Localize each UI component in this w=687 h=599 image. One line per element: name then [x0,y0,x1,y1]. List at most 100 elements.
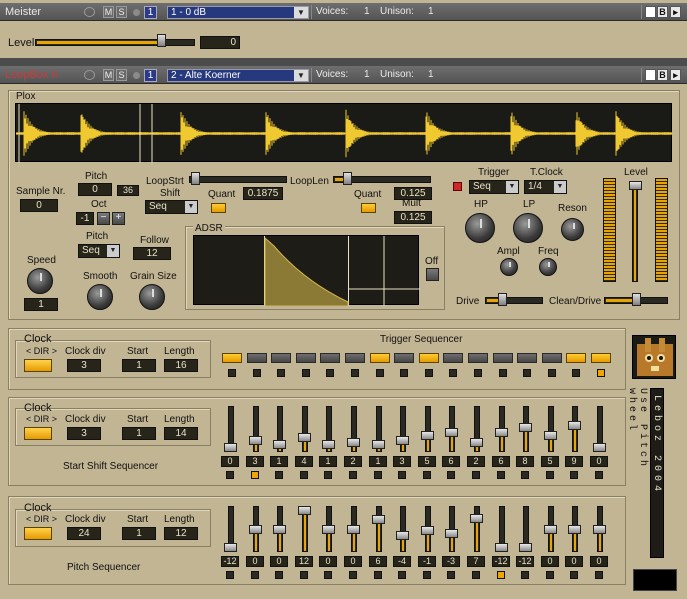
trigger-mode-select[interactable]: Seq ▼ [469,180,519,194]
pitch-step-thumb[interactable] [421,525,434,535]
clock-div-value[interactable]: 3 [67,427,101,440]
adsr-off-button[interactable] [426,268,439,281]
mute-button[interactable]: M [103,6,114,18]
clock-div-value[interactable]: 3 [67,359,101,372]
shift-step-thumb[interactable] [322,440,335,450]
start-value[interactable]: 1 [122,427,156,440]
b-button[interactable]: B [657,6,668,18]
pitch-step-thumb[interactable] [273,524,286,534]
shift-step-thumb[interactable] [421,430,434,440]
pitch-step-thumb[interactable] [495,543,508,552]
solo-button[interactable]: S [116,6,127,18]
preset-select[interactable]: 2 - Alte Koerner ▼ [167,69,309,82]
shift-step-slider[interactable] [253,406,259,452]
pitch-step-thumb[interactable] [322,524,335,534]
ampl-knob[interactable] [500,258,518,276]
eye-icon[interactable] [84,70,95,80]
mute-button[interactable]: M [103,69,114,81]
trigger-step-button[interactable] [468,353,488,363]
trigger-step-button[interactable] [566,353,586,363]
loopstrt-slider[interactable] [189,176,287,183]
preset-select[interactable]: 1 - 0 dB ▼ [167,6,309,19]
shift-step-thumb[interactable] [495,428,508,438]
trigger-step-button[interactable] [345,353,365,363]
start-value[interactable]: 1 [122,527,156,540]
clock-div-value[interactable]: 24 [67,527,101,540]
pitch-step-thumb[interactable] [470,513,483,523]
trigger-step-button[interactable] [296,353,316,363]
trigger-step-button[interactable] [591,353,611,363]
tclock-select[interactable]: 1/4 ▼ [524,180,567,194]
shift-step-thumb[interactable] [298,433,311,442]
pitch-step-thumb[interactable] [544,524,557,534]
trigger-step-button[interactable] [443,353,463,363]
pitch-step-thumb[interactable] [519,543,532,552]
trigger-step-button[interactable] [517,353,537,363]
pitch-mode-select[interactable]: Seq ▼ [78,244,120,258]
midi-channel[interactable]: 1 [144,69,157,82]
pitch-step-thumb[interactable] [298,506,311,515]
trigger-step-button[interactable] [493,353,513,363]
dir-button[interactable] [24,527,52,540]
shift-step-thumb[interactable] [372,440,385,450]
looplen-quant-button[interactable] [361,203,376,213]
trigger-step-button[interactable] [370,353,390,363]
pitch-value[interactable]: 0 [78,183,112,196]
shift-step-thumb[interactable] [544,430,557,440]
length-value[interactable]: 14 [164,427,198,440]
b-button[interactable]: B [657,69,668,81]
drive-slider-thumb[interactable] [498,293,507,306]
grain-size-knob[interactable] [139,284,165,310]
waveform-display[interactable] [15,103,673,163]
pitch-step-thumb[interactable] [249,524,262,534]
trigger-step-button[interactable] [247,353,267,363]
shift-step-thumb[interactable] [568,420,581,430]
trigger-step-button[interactable] [271,353,291,363]
trigger-step-button[interactable] [419,353,439,363]
shift-step-slider[interactable] [302,406,308,452]
length-value[interactable]: 16 [164,359,198,372]
pitch-wheel-toggle[interactable] [633,569,677,591]
shift-step-slider[interactable] [425,406,431,452]
length-value[interactable]: 12 [164,527,198,540]
trigger-step-button[interactable] [542,353,562,363]
dir-button[interactable] [24,359,52,372]
loopstrt-quant-button[interactable] [211,203,226,213]
pitch-step-thumb[interactable] [568,524,581,534]
pitch-step-thumb[interactable] [396,530,409,540]
pitch-step-thumb[interactable] [372,515,385,525]
pitch-step-slider[interactable] [376,506,382,552]
shift-step-thumb[interactable] [445,428,458,438]
pitch-step-thumb[interactable] [224,543,237,552]
shift-step-slider[interactable] [400,406,406,452]
solo-button[interactable]: S [116,69,127,81]
blank-button[interactable] [645,6,656,18]
smooth-knob[interactable] [87,284,113,310]
loopstrt-slider-thumb[interactable] [191,172,200,185]
pitch-step-thumb[interactable] [445,528,458,538]
shift-step-thumb[interactable] [470,438,483,448]
trigger-step-button[interactable] [222,353,242,363]
adsr-envelope-display[interactable] [193,235,420,307]
freq-knob[interactable] [539,258,557,276]
eye-icon[interactable] [84,7,95,17]
level-slider-thumb[interactable] [157,34,166,47]
hp-knob[interactable] [465,213,495,243]
follow-value[interactable]: 12 [133,247,171,260]
sample-nr-value[interactable]: 0 [20,199,58,212]
pitch-step-thumb[interactable] [347,524,360,534]
shift-step-thumb[interactable] [347,438,360,448]
shift-step-thumb[interactable] [396,435,409,445]
menu-button[interactable]: ▸ [670,6,681,18]
lp-knob[interactable] [513,213,543,243]
looplen-slider-thumb[interactable] [343,172,352,185]
menu-button[interactable]: ▸ [670,69,681,81]
dir-button[interactable] [24,427,52,440]
shift-step-slider[interactable] [548,406,554,452]
pitch-step-slider[interactable] [400,506,406,552]
start-value[interactable]: 1 [122,359,156,372]
level-slider[interactable] [35,39,195,46]
oct-up-button[interactable]: + [112,212,125,225]
pitch-step-thumb[interactable] [593,524,606,534]
midi-channel[interactable]: 1 [144,6,157,19]
